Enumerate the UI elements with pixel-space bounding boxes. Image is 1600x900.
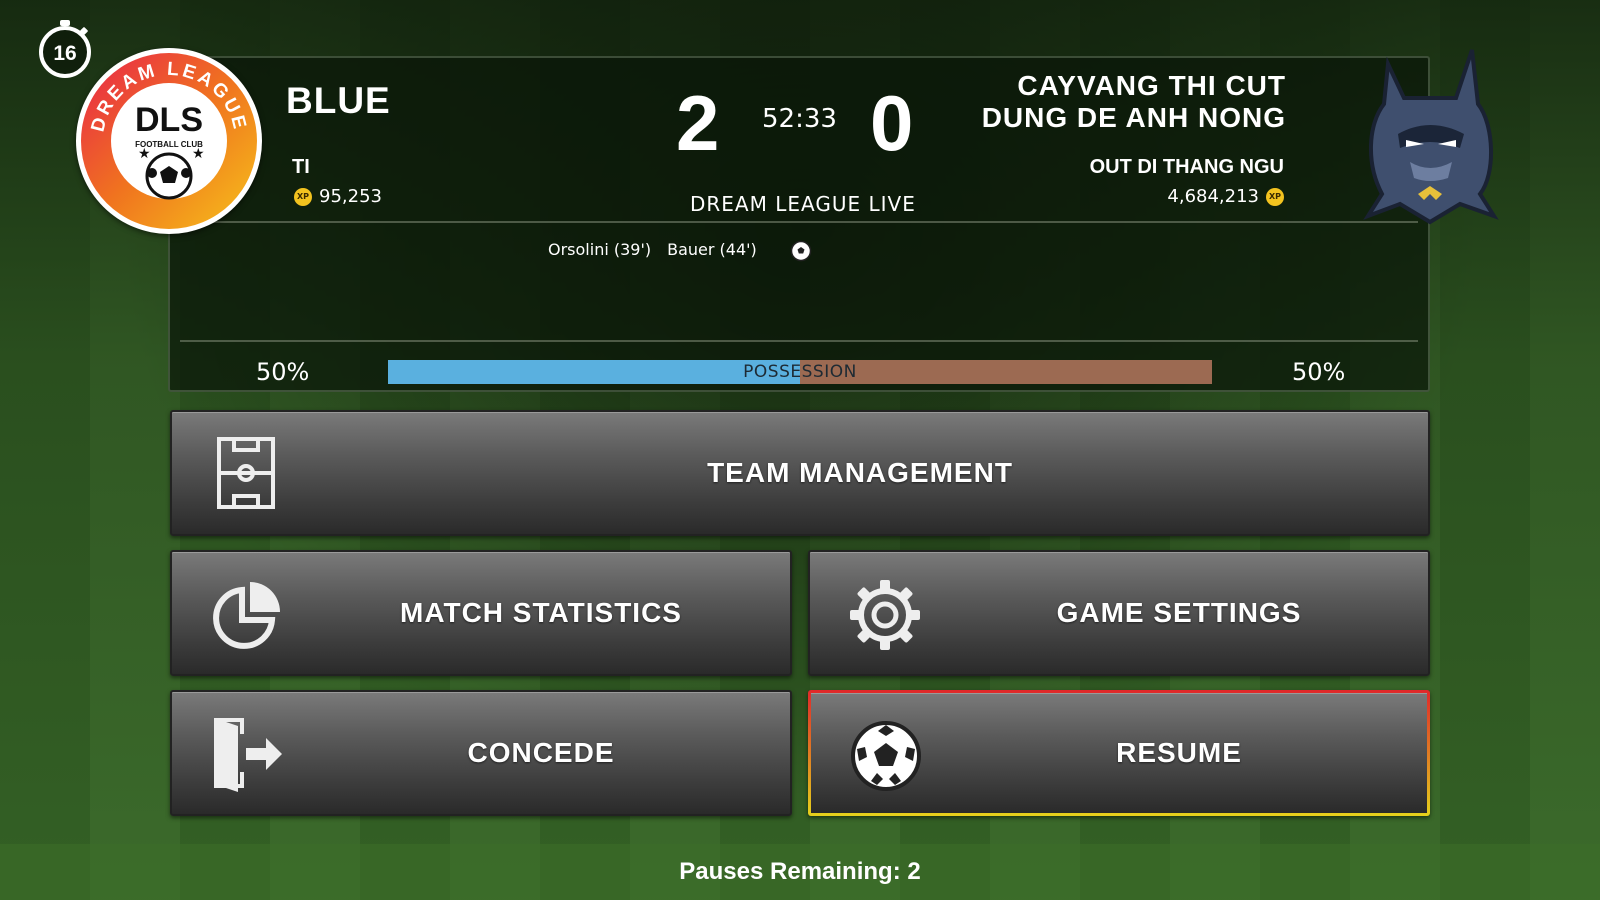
timer-value: 16 — [53, 42, 76, 65]
match-clock: 52:33 — [762, 104, 837, 134]
club-logo: DREAM LEAGUE DLS FOOTBALL CLUB ★ ★ — [76, 48, 262, 234]
match-statistics-button[interactable]: MATCH STATISTICS — [170, 550, 792, 676]
away-manager-name: OUT DI THANG NGU — [1089, 156, 1284, 178]
team-management-button[interactable]: TEAM MANAGEMENT — [170, 410, 1430, 536]
svg-text:★: ★ — [138, 146, 151, 162]
goal-ball-icon — [790, 240, 812, 262]
away-possession: 50% — [1292, 358, 1346, 386]
concede-button[interactable]: CONCEDE — [170, 690, 792, 816]
scorer-item: Bauer (44') — [667, 240, 757, 259]
gear-icon — [848, 578, 922, 656]
soccer-ball-icon — [849, 719, 923, 797]
home-score: 2 — [676, 79, 720, 167]
home-possession: 50% — [256, 358, 310, 386]
svg-text:★: ★ — [192, 146, 205, 162]
home-team-name: BLUE — [286, 80, 391, 121]
divider — [180, 340, 1418, 342]
league-label: DREAM LEAGUE LIVE — [690, 192, 916, 216]
away-xp-value: 4,684,213 — [1167, 186, 1259, 207]
pauses-remaining: Pauses Remaining: 2 — [679, 858, 921, 885]
logo-center-text: DLS — [135, 101, 203, 139]
game-settings-button[interactable]: GAME SETTINGS — [808, 550, 1430, 676]
away-xp: 4,684,213 XP — [1167, 186, 1284, 207]
formation-icon — [216, 436, 276, 514]
away-score: 0 — [870, 79, 914, 167]
away-team-name: CAYVANG THI CUT DUNG DE ANH NONG — [946, 70, 1286, 134]
possession-label: POSSESSION — [743, 362, 857, 382]
resume-button[interactable]: RESUME — [808, 690, 1430, 816]
team-management-label: TEAM MANAGEMENT — [707, 457, 1013, 488]
away-avatar — [1360, 44, 1500, 230]
away-team-name-line2: DUNG DE ANH NONG — [981, 102, 1286, 133]
away-team-name-line1: CAYVANG THI CUT — [1017, 70, 1286, 101]
concede-label: CONCEDE — [467, 737, 615, 768]
home-xp: XP 95,253 — [294, 186, 382, 207]
match-statistics-label: MATCH STATISTICS — [400, 597, 682, 628]
scorers-list: Orsolini (39') Bauer (44') — [548, 240, 757, 259]
xp-coin-icon: XP — [1266, 187, 1284, 206]
resume-label: RESUME — [1116, 737, 1242, 768]
game-settings-label: GAME SETTINGS — [1056, 597, 1302, 628]
footer-bar: Pauses Remaining: 2 — [0, 844, 1600, 900]
divider — [180, 221, 1418, 223]
xp-coin-icon: XP — [294, 187, 312, 206]
possession-bar: POSSESSION — [388, 360, 1212, 384]
pie-chart-icon — [210, 578, 284, 656]
scorer-item: Orsolini (39') — [548, 240, 652, 259]
home-manager-name: TI — [292, 156, 310, 178]
exit-door-icon — [210, 714, 284, 798]
home-xp-value: 95,253 — [319, 186, 382, 207]
